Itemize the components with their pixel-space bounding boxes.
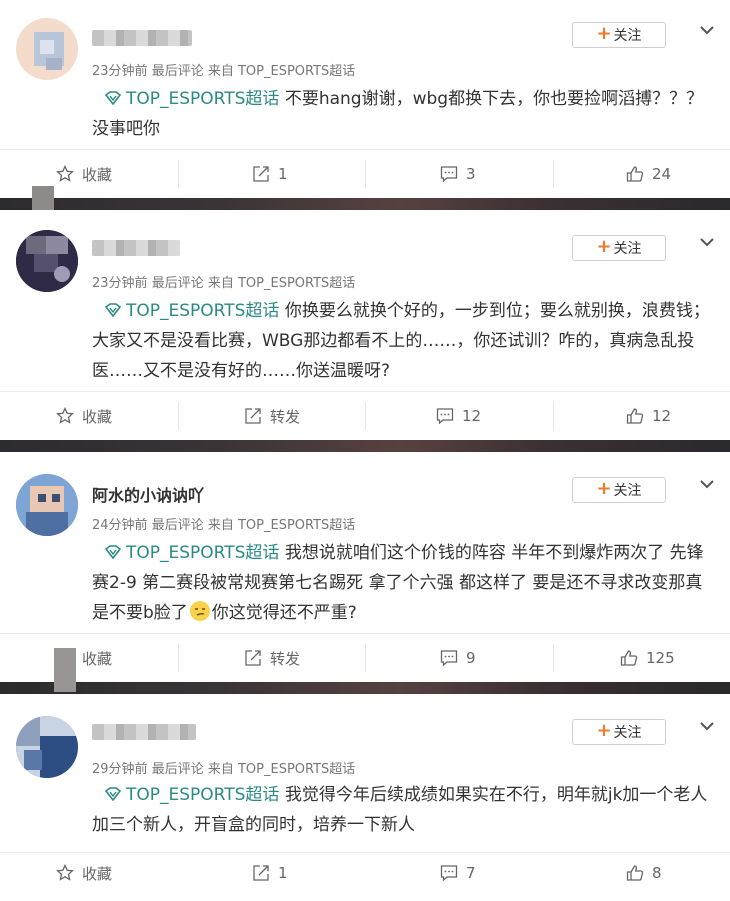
topic-link[interactable]: TOP_ESPORTS超话: [126, 89, 279, 109]
comment-meta: 23分钟前 最后评论 来自 TOP_ESPORTS超话: [92, 64, 356, 79]
repost-button[interactable]: 1: [252, 849, 288, 897]
like-button[interactable]: 12: [626, 392, 671, 440]
comment-text: TOP_ESPORTS超话 我想说就咱们这个价钱的阵容 半年不到爆炸两次了 先锋…: [92, 543, 704, 623]
comment-button[interactable]: 3: [440, 150, 476, 198]
topic-link[interactable]: TOP_ESPORTS超话: [126, 543, 279, 563]
username-blurred[interactable]: [92, 30, 192, 46]
thumbs-up-icon: [626, 408, 644, 424]
repost-button[interactable]: 1: [252, 150, 288, 198]
repost-icon: [253, 865, 269, 881]
favorite-button[interactable]: 收藏: [56, 849, 112, 897]
username[interactable]: 阿水的小讷讷吖: [92, 482, 204, 505]
action-bar: 收藏 1 7 8: [0, 852, 730, 901]
follow-button[interactable]: + 关注: [572, 22, 666, 48]
plus-icon: +: [596, 23, 612, 44]
comment-button[interactable]: 7: [440, 849, 476, 897]
avatar-image: [34, 32, 64, 70]
divider: [553, 402, 554, 430]
thumbs-up-icon: [620, 650, 638, 666]
avatar[interactable]: [16, 474, 78, 536]
action-bar: 收藏 转发 12 12: [0, 391, 730, 440]
super-topic-icon: [104, 303, 122, 317]
comment-button[interactable]: 12: [436, 392, 481, 440]
avatar-image: [16, 230, 78, 292]
feed-separator: [0, 440, 730, 452]
comment-icon: [440, 650, 458, 667]
super-topic-icon: [104, 91, 122, 105]
avatar-image: [16, 474, 78, 536]
action-bar: 收藏 1 3 24: [0, 149, 730, 198]
like-button[interactable]: 125: [620, 634, 675, 682]
comment-icon: [436, 408, 454, 425]
comment-card-2: 23分钟前 最后评论 来自 TOP_ESPORTS超话 + 关注 TOP_ESPO…: [0, 210, 730, 440]
repost-icon: [245, 650, 261, 666]
star-icon: [56, 407, 74, 424]
comment-icon: [440, 865, 458, 882]
topic-link[interactable]: TOP_ESPORTS超话: [126, 785, 279, 805]
chevron-down-icon[interactable]: [699, 22, 715, 38]
divider: [178, 160, 179, 188]
super-topic-icon: [104, 787, 122, 801]
comment-card-1: 23分钟前 最后评论 来自 TOP_ESPORTS超话 + 关注 TOP_ESPO…: [0, 0, 730, 198]
comment-text: TOP_ESPORTS超话 我觉得今年后续成绩如果实在不行，明年就jk加一个老人…: [92, 785, 708, 835]
avatar[interactable]: [16, 716, 78, 778]
divider: [365, 402, 366, 430]
comment-card-4: 29分钟前 最后评论 来自 TOP_ESPORTS超话 + 关注 TOP_ESPO…: [0, 694, 730, 883]
feed-separator: [0, 198, 730, 210]
plus-icon: +: [596, 720, 612, 741]
divider: [178, 402, 179, 430]
like-button[interactable]: 8: [626, 849, 662, 897]
username-blurred[interactable]: [92, 240, 180, 256]
comment-button[interactable]: 9: [440, 634, 476, 682]
follow-button[interactable]: + 关注: [572, 719, 666, 745]
topic-link[interactable]: TOP_ESPORTS超话: [126, 301, 279, 321]
chevron-down-icon[interactable]: [699, 476, 715, 492]
username-blurred[interactable]: [92, 724, 196, 740]
divider: [553, 644, 554, 672]
image-mosaic: [54, 648, 76, 692]
repost-icon: [245, 408, 261, 424]
emoji-smirk-icon: [189, 601, 210, 621]
comment-text: TOP_ESPORTS超话 你换要么就换个好的，一步到位；要么就别换，浪费钱；大…: [92, 301, 710, 381]
repost-button[interactable]: 转发: [244, 392, 300, 440]
thumbs-up-icon: [626, 166, 644, 182]
comment-meta: 23分钟前 最后评论 来自 TOP_ESPORTS超话: [92, 276, 356, 291]
comment-text: TOP_ESPORTS超话 不要hang谢谢，wbg都换下去，你也要捡啊滔搏？？…: [92, 89, 704, 139]
follow-button[interactable]: + 关注: [572, 235, 666, 261]
chevron-down-icon[interactable]: [699, 234, 715, 250]
divider: [365, 644, 366, 672]
comment-icon: [440, 166, 458, 183]
avatar[interactable]: [16, 18, 78, 80]
repost-button[interactable]: 转发: [244, 634, 300, 682]
action-bar: 收藏 转发 9 125: [0, 633, 730, 682]
feed-separator: [0, 682, 730, 694]
thumbs-up-icon: [626, 865, 644, 881]
like-button[interactable]: 24: [626, 150, 671, 198]
repost-icon: [253, 166, 269, 182]
favorite-button[interactable]: 收藏: [56, 392, 112, 440]
super-topic-icon: [104, 545, 122, 559]
divider: [365, 160, 366, 188]
avatar-image: [16, 716, 78, 778]
comment-meta: 24分钟前 最后评论 来自 TOP_ESPORTS超话: [92, 518, 356, 533]
star-icon: [56, 165, 74, 182]
divider: [553, 160, 554, 188]
plus-icon: +: [596, 236, 612, 257]
star-icon: [56, 864, 74, 881]
favorite-button[interactable]: 收藏: [56, 150, 112, 198]
comment-meta: 29分钟前 最后评论 来自 TOP_ESPORTS超话: [92, 762, 356, 777]
divider: [178, 644, 179, 672]
plus-icon: +: [596, 478, 612, 499]
comment-card-3: 阿水的小讷讷吖 24分钟前 最后评论 来自 TOP_ESPORTS超话 + 关注 …: [0, 452, 730, 682]
follow-button[interactable]: + 关注: [572, 477, 666, 503]
chevron-down-icon[interactable]: [699, 718, 715, 734]
avatar[interactable]: [16, 230, 78, 292]
